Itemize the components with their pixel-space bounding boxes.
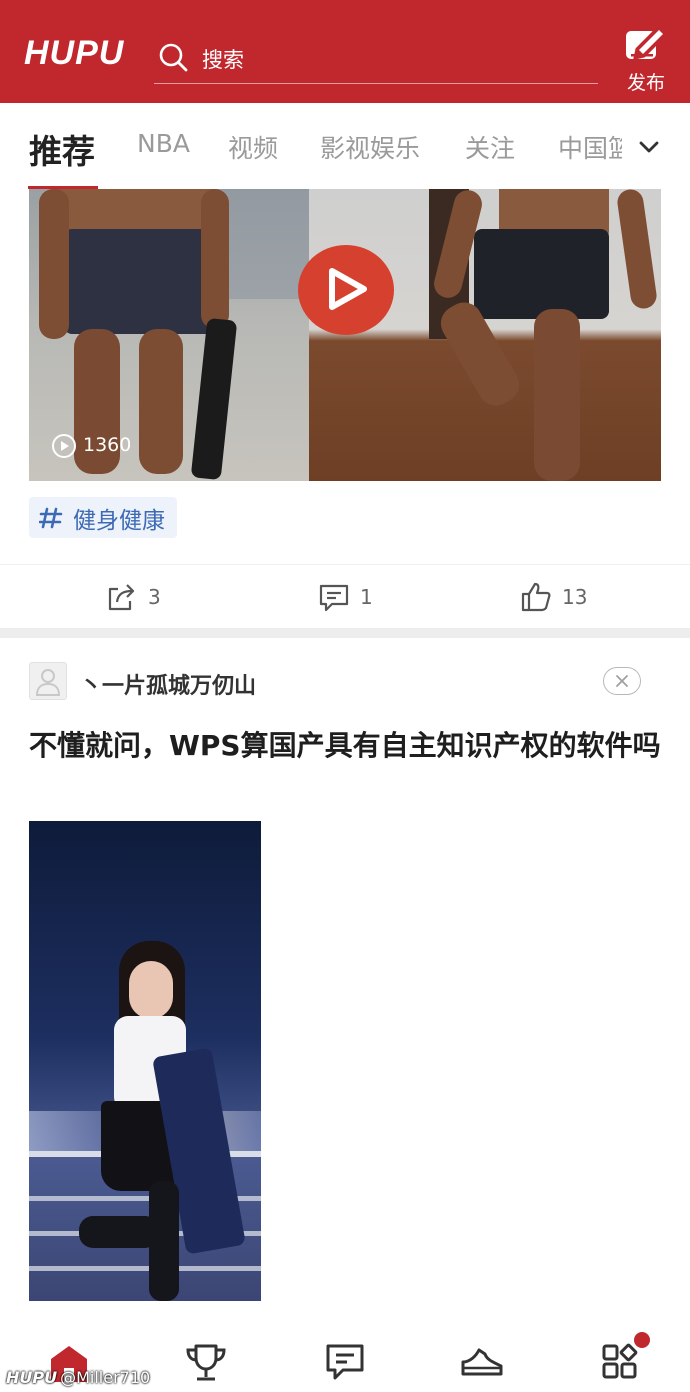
dismiss-button[interactable] — [603, 667, 641, 695]
post-author[interactable]: 丶一片孤城万仞山 — [80, 668, 256, 700]
search-placeholder: 搜索 — [202, 48, 244, 72]
topic-label: 健身健康 — [73, 507, 165, 534]
edit-icon — [626, 26, 667, 60]
card-separator — [0, 628, 690, 638]
chat-icon — [326, 1344, 364, 1380]
tab-recommend[interactable]: 推荐 — [29, 125, 95, 173]
video-frame-left: 1360 — [29, 189, 309, 481]
post-title[interactable]: 不懂就问，WPS算国产具有自主知识产权的软件吗 — [29, 728, 661, 764]
hashtag-icon — [39, 507, 63, 528]
notification-badge — [632, 1330, 652, 1350]
action-bar: 3 1 13 — [0, 564, 690, 628]
comment-button[interactable]: 1 — [318, 581, 373, 613]
watermark: HUPU @Miller710 — [6, 1368, 150, 1387]
nav-match[interactable] — [184, 1342, 228, 1382]
video-frame-right — [309, 189, 661, 481]
play-circle-icon — [52, 434, 76, 458]
sneaker-icon — [461, 1348, 503, 1376]
tab-china-basketball[interactable]: 中国篮 — [558, 129, 622, 165]
video-thumbnail[interactable]: 1360 — [29, 189, 661, 481]
tab-entertainment[interactable]: 影视娱乐 — [320, 129, 420, 165]
topic-tag[interactable]: 健身健康 — [29, 497, 177, 538]
search-icon — [159, 43, 188, 72]
channel-tabs: 推荐 NBA 视频 影视娱乐 关注 中国篮 — [0, 103, 690, 189]
search-bar[interactable]: 搜索 — [154, 36, 598, 84]
top-bar: HUPU 搜索 发布 — [0, 0, 690, 103]
post-image[interactable] — [29, 821, 261, 1301]
play-icon — [329, 268, 367, 310]
share-icon — [108, 584, 135, 611]
like-count: 13 — [562, 585, 588, 609]
tab-video[interactable]: 视频 — [228, 129, 278, 165]
tab-follow[interactable]: 关注 — [465, 129, 515, 165]
chevron-down-icon[interactable] — [632, 133, 666, 163]
avatar[interactable] — [29, 662, 67, 700]
hupu-logo[interactable]: HUPU — [24, 34, 124, 73]
publish-button[interactable]: 发布 — [618, 24, 674, 94]
share-count: 3 — [148, 585, 161, 609]
close-icon — [616, 675, 628, 687]
thumbs-up-icon — [521, 582, 551, 612]
share-button[interactable]: 3 — [106, 581, 161, 613]
tab-nba[interactable]: NBA — [137, 129, 190, 158]
play-button[interactable] — [298, 245, 394, 335]
tabs-scroll: 推荐 NBA 视频 影视娱乐 关注 中国篮 — [0, 103, 622, 189]
view-count-value: 1360 — [83, 434, 132, 456]
comment-icon — [319, 584, 349, 612]
nav-community[interactable] — [323, 1342, 367, 1382]
watermark-logo: HUPU — [6, 1368, 58, 1387]
default-avatar-icon — [35, 669, 61, 696]
publish-label: 发布 — [626, 72, 665, 94]
watermark-user: @Miller710 — [60, 1368, 151, 1387]
like-button[interactable]: 13 — [520, 581, 587, 613]
nav-gear[interactable] — [460, 1342, 504, 1382]
trophy-icon — [186, 1344, 226, 1381]
comment-count: 1 — [360, 585, 373, 609]
